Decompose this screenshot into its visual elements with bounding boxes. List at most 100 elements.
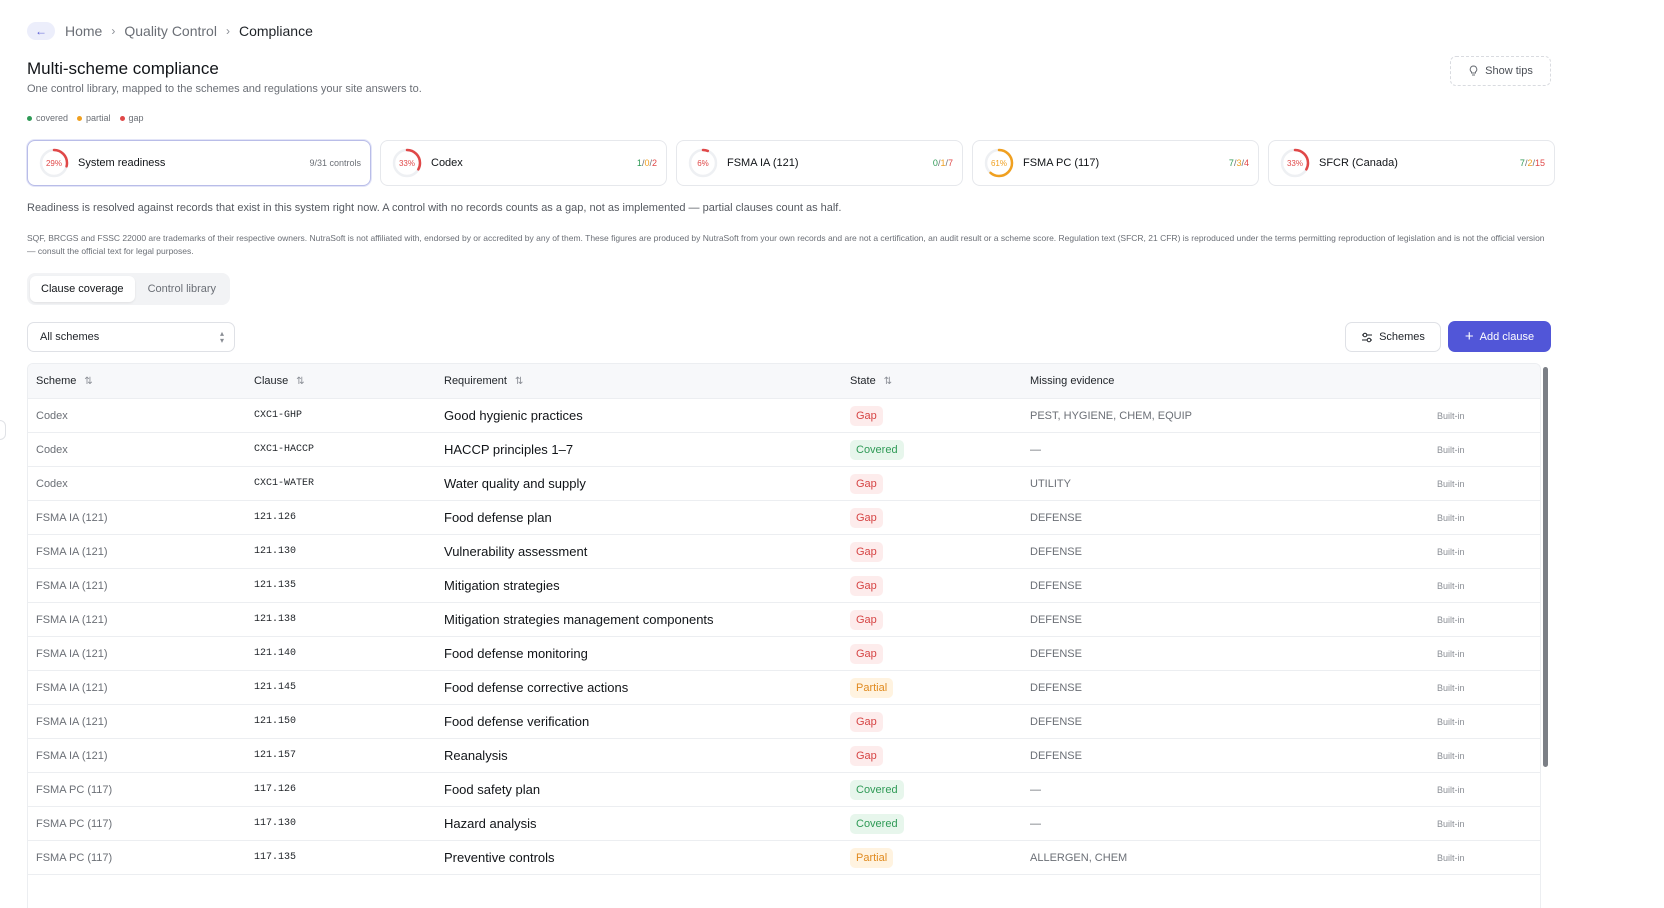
header-requirement[interactable]: Requirement ⇅ xyxy=(444,375,523,387)
header-state[interactable]: State ⇅ xyxy=(850,375,892,387)
cell-state: Gap xyxy=(850,637,883,670)
count-gap: 15 xyxy=(1534,158,1545,168)
cell-clause: 121.145 xyxy=(254,682,297,693)
cell-state: Gap xyxy=(850,603,883,636)
cell-requirement: Food defense corrective actions xyxy=(444,680,629,695)
cell-source: Built-in xyxy=(1437,614,1465,625)
table-row[interactable]: FSMA IA (121) 121.130 Vulnerability assess… xyxy=(28,535,1540,569)
table-row[interactable]: FSMA IA (121) 121.140 Food defense monitor… xyxy=(28,637,1540,671)
state-badge: Gap xyxy=(850,609,883,630)
legend: covered partial gap xyxy=(27,113,144,123)
header-missing-evidence: Missing evidence xyxy=(1030,375,1115,387)
table-header: Scheme ⇅ Clause ⇅ Requirement ⇅ State ⇅ Miss… xyxy=(28,364,1540,399)
cell-clause: CXC1-WATER xyxy=(254,478,315,489)
breadcrumb-home[interactable]: Home xyxy=(65,23,102,39)
table-row[interactable]: FSMA PC (117) 117.126 Food safety plan Cove… xyxy=(28,773,1540,807)
cell-clause: 121.140 xyxy=(254,648,297,659)
state-badge: Partial xyxy=(850,847,894,868)
count-covered: 1 xyxy=(636,158,642,168)
ring-percent: 29% xyxy=(45,158,62,168)
count-covered: 7 xyxy=(1519,158,1525,168)
card-count: 7/2/15 xyxy=(1519,158,1545,168)
cell-scheme: FSMA IA (121) xyxy=(36,681,108,694)
cell-state: Gap xyxy=(850,399,883,432)
cell-state: Gap xyxy=(850,569,883,602)
ring-percent: 33% xyxy=(398,158,415,168)
lightbulb-icon xyxy=(1469,65,1478,76)
cell-clause: CXC1-GHP xyxy=(254,410,303,421)
ring-percent: 33% xyxy=(1286,158,1303,168)
chevron-updown-icon: ▴ ▾ xyxy=(219,329,224,345)
cell-clause: 117.126 xyxy=(254,784,297,795)
table-row[interactable]: FSMA IA (121) 121.150 Food defense verific… xyxy=(28,705,1540,739)
card-sfcr[interactable]: 33% SFCR (Canada) 7/2/15 xyxy=(1268,140,1555,186)
table-row[interactable]: FSMA IA (121) 121.145 Food defense correct… xyxy=(28,671,1540,705)
chevron-right-icon: › xyxy=(111,24,116,38)
card-codex[interactable]: 33% Codex 1/0/2 xyxy=(380,140,667,186)
cell-missing-evidence: — xyxy=(1030,783,1041,796)
show-tips-label: Show tips xyxy=(1485,65,1533,77)
view-tabs: Clause coverage Control library xyxy=(27,273,231,305)
tab-control-library[interactable]: Control library xyxy=(137,276,227,302)
table-scrollbar[interactable] xyxy=(1543,367,1548,767)
count-gap: 2 xyxy=(651,158,657,168)
cell-source: Built-in xyxy=(1437,512,1465,523)
cell-requirement: Vulnerability assessment xyxy=(444,544,588,559)
legend-partial: partial xyxy=(77,113,111,123)
cell-clause: 121.135 xyxy=(254,580,297,591)
table-row[interactable]: FSMA IA (121) 121.138 Mitigation strategie… xyxy=(28,603,1540,637)
state-badge: Covered xyxy=(850,813,904,834)
back-arrow-icon[interactable]: ← xyxy=(27,22,55,40)
card-fsma-pc[interactable]: 61% FSMA PC (117) 7/3/4 xyxy=(972,140,1259,186)
sidebar-toggle-handle[interactable] xyxy=(0,420,6,440)
table-row[interactable]: FSMA IA (121) 121.157 Reanalysis Gap DEFENSE… xyxy=(28,739,1540,773)
cell-missing-evidence: DEFENSE xyxy=(1030,681,1082,694)
cell-source: Built-in xyxy=(1437,784,1465,795)
chevron-right-icon: › xyxy=(225,24,230,38)
schemes-button[interactable]: Schemes xyxy=(1345,322,1441,352)
tab-clause-coverage[interactable]: Clause coverage xyxy=(30,276,135,302)
card-fsma-ia[interactable]: 6% FSMA IA (121) 0/1/7 xyxy=(676,140,963,186)
card-name: FSMA PC (117) xyxy=(1023,157,1100,169)
cell-missing-evidence: DEFENSE xyxy=(1030,647,1082,660)
table-row[interactable]: Codex CXC1-HACCP HACCP principles 1–7 Cover… xyxy=(28,433,1540,467)
add-clause-button[interactable]: + Add clause xyxy=(1448,321,1551,352)
cell-scheme: FSMA PC (117) xyxy=(36,817,113,830)
table-row[interactable]: FSMA IA (121) 121.135 Mitigation strategie… xyxy=(28,569,1540,603)
count-covered: 0 xyxy=(932,158,938,168)
cell-source: Built-in xyxy=(1437,818,1465,829)
cell-source: Built-in xyxy=(1437,750,1465,761)
table-row[interactable]: FSMA PC (117) 117.135 Preventive controls P… xyxy=(28,841,1540,875)
ring-percent: 61% xyxy=(990,158,1007,168)
clause-table: Scheme ⇅ Clause ⇅ Requirement ⇅ State ⇅ Miss… xyxy=(27,363,1541,908)
table-row[interactable]: Codex CXC1-WATER Water quality and supply G… xyxy=(28,467,1540,501)
table-row[interactable]: FSMA IA (121) 121.126 Food defense plan Gap… xyxy=(28,501,1540,535)
count-gap: 4 xyxy=(1243,158,1249,168)
table-row[interactable]: FSMA PC (117) 117.130 Hazard analysis Cover… xyxy=(28,807,1540,841)
count-partial: 2 xyxy=(1527,158,1533,168)
partial-dot xyxy=(77,115,83,121)
card-count: 0/1/7 xyxy=(932,158,953,168)
plus-icon: + xyxy=(1464,328,1474,345)
show-tips-button[interactable]: Show tips xyxy=(1450,56,1551,86)
cell-clause: 121.157 xyxy=(254,750,297,761)
breadcrumb-quality-control[interactable]: Quality Control xyxy=(124,23,217,39)
card-count: 9/31 controls xyxy=(309,158,361,168)
cell-clause: CXC1-HACCP xyxy=(254,444,315,455)
cell-requirement: Food defense verification xyxy=(444,714,590,729)
cell-clause: 121.138 xyxy=(254,614,297,625)
state-badge: Gap xyxy=(850,745,883,766)
state-badge: Gap xyxy=(850,643,883,664)
cell-requirement: Mitigation strategies management compone… xyxy=(444,612,714,627)
cell-missing-evidence: DEFENSE xyxy=(1030,749,1082,762)
add-clause-label: Add clause xyxy=(1479,330,1535,343)
header-scheme[interactable]: Scheme ⇅ xyxy=(36,375,93,387)
card-system-readiness[interactable]: 29% System readiness 9/31 controls xyxy=(27,140,371,186)
table-row[interactable]: Codex CXC1-GHP Good hygienic practices Gap P… xyxy=(28,399,1540,433)
scheme-filter-select[interactable]: All schemes ▴ ▾ xyxy=(27,322,235,352)
header-clause[interactable]: Clause ⇅ xyxy=(254,375,305,387)
cell-scheme: Codex xyxy=(36,477,68,490)
page-title: Multi-scheme compliance xyxy=(27,59,219,78)
cell-scheme: FSMA PC (117) xyxy=(36,783,113,796)
legend-covered: covered xyxy=(27,113,68,123)
